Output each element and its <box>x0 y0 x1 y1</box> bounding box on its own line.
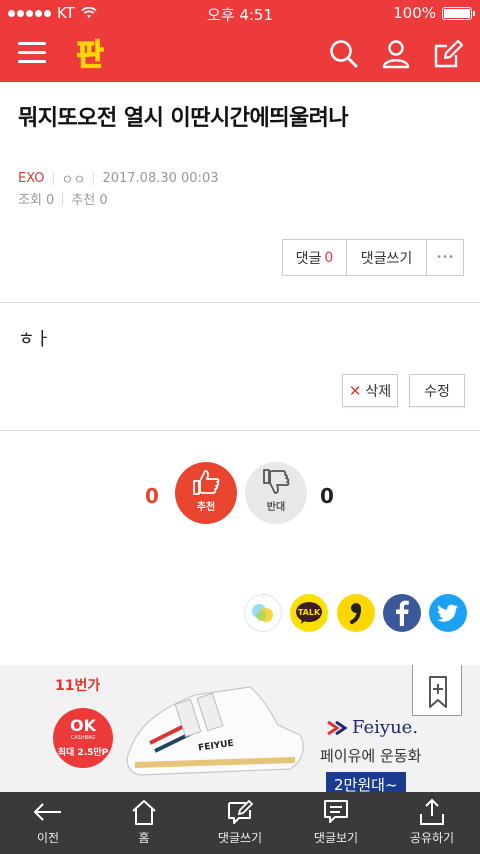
recommend-count: 추천 0 <box>71 193 108 208</box>
delete-button[interactable]: ✕ 삭제 <box>342 374 398 407</box>
downvote-label: 반대 <box>266 502 286 513</box>
upvote-count: 0 <box>145 484 159 508</box>
kakaotalk-icon[interactable]: TALK <box>290 594 328 632</box>
post-stats: 조회 0 추천 0 <box>18 189 108 208</box>
comma-icon[interactable] <box>337 594 375 632</box>
comment-count: 0 <box>324 249 334 266</box>
ad-tagline: 페이유에 운동화 <box>320 747 422 765</box>
divider <box>0 430 480 431</box>
user-icon[interactable] <box>380 38 412 70</box>
home-icon <box>132 800 156 825</box>
comment-button[interactable]: 댓글 0 <box>283 240 347 275</box>
status-bar: KT 오후 4:51 100% <box>0 0 480 26</box>
view-count: 조회 0 <box>18 193 55 208</box>
okcashbag-badge: OK CASHBAG 최대 2.5만P <box>53 708 113 768</box>
ad-brand: 11번가 <box>55 678 101 694</box>
ad-price: 2만원대~ <box>326 772 406 792</box>
app-header: 판 <box>0 26 480 82</box>
view-comments-icon <box>324 800 348 823</box>
post-author: ㅇㅇ <box>61 173 86 188</box>
post-body: ㅎㅏ <box>18 329 52 350</box>
menu-icon[interactable] <box>18 42 46 66</box>
write-comment-icon <box>228 799 254 824</box>
logo-text: 판 <box>76 38 104 73</box>
bookmark-icon[interactable] <box>412 665 462 716</box>
share-icon <box>420 798 444 825</box>
logo[interactable]: 판 <box>70 34 110 74</box>
write-icon[interactable] <box>432 38 464 70</box>
search-icon[interactable] <box>328 38 360 70</box>
edit-button[interactable]: 수정 <box>409 374 465 407</box>
bottom-nav: 이전 홈 댓글쓰기 댓글보기 공유하기 <box>0 792 480 854</box>
upvote-label: 추천 <box>196 502 216 513</box>
battery-icon <box>442 6 475 20</box>
post-meta: EXO ㅇㅇ 2017.08.30 00:03 <box>18 169 218 188</box>
nav-back[interactable]: 이전 <box>0 792 96 854</box>
downvote-button[interactable]: 반대 <box>245 462 307 524</box>
divider <box>0 302 480 303</box>
more-icon[interactable]: ••• <box>427 240 463 275</box>
back-arrow-icon <box>34 803 61 821</box>
kakaostory-icon[interactable] <box>244 594 282 632</box>
nav-view-comments[interactable]: 댓글보기 <box>288 792 384 854</box>
twitter-icon[interactable] <box>429 594 467 632</box>
post-datetime: 2017.08.30 00:03 <box>102 171 219 186</box>
post-title: 뭐지또오전 열시 이딴시간에띄울려나 <box>18 106 349 131</box>
close-icon: ✕ <box>348 381 362 400</box>
ad-feiyue-logo: Feiyue. <box>326 717 418 738</box>
write-comment-button[interactable]: 댓글쓰기 <box>347 240 427 275</box>
post-category[interactable]: EXO <box>18 171 45 186</box>
nav-write-comment[interactable]: 댓글쓰기 <box>192 792 288 854</box>
downvote-count: 0 <box>320 484 334 508</box>
nav-share[interactable]: 공유하기 <box>384 792 480 854</box>
nav-home[interactable]: 홈 <box>96 792 192 854</box>
thumbs-down-icon <box>263 469 290 494</box>
advertisement-banner[interactable]: 11번가 OK CASHBAG 최대 2.5만P FEIYUE Feiyue. … <box>0 665 480 792</box>
facebook-icon[interactable] <box>383 594 421 632</box>
thumbs-up-icon <box>193 470 220 495</box>
upvote-button[interactable]: 추천 <box>175 462 237 524</box>
kakaotalk-label: TALK <box>298 608 321 617</box>
battery-percent: 100% <box>393 4 436 22</box>
post-actions: 댓글 0 댓글쓰기 ••• <box>282 239 464 276</box>
sneaker-image: FEIYUE <box>126 686 304 776</box>
